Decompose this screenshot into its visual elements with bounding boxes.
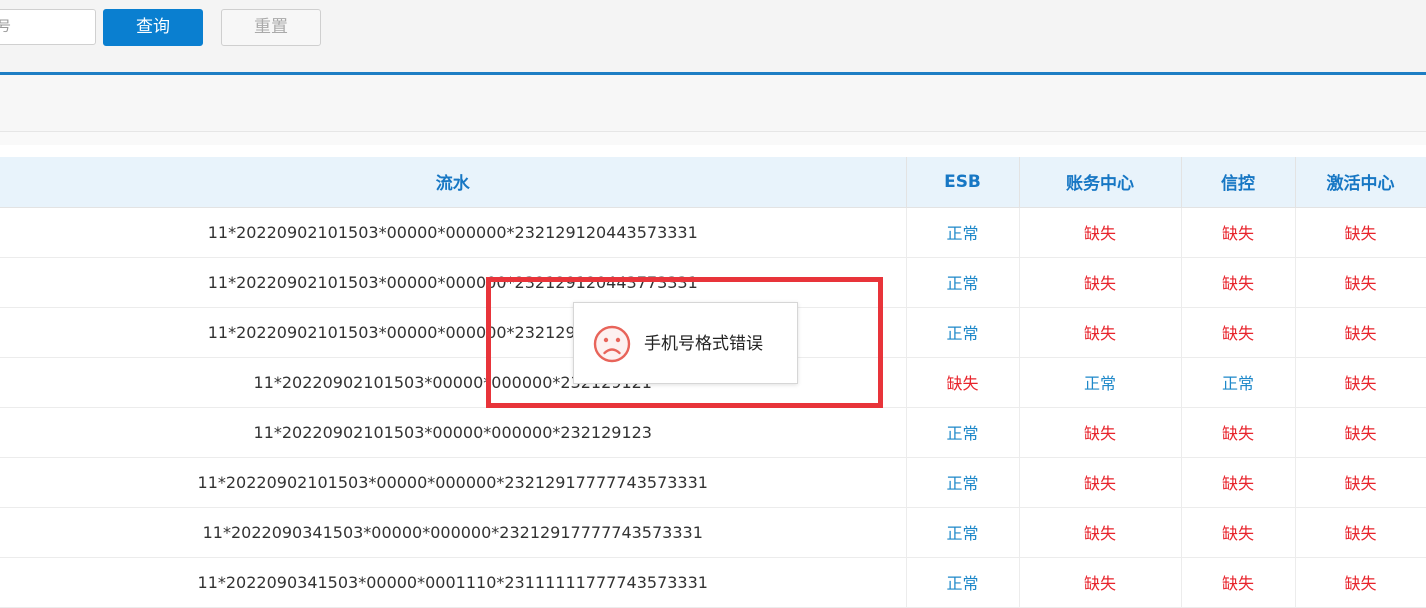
column-header-activation[interactable]: 激活中心	[1295, 157, 1426, 208]
accounting-status-cell: 正常	[1019, 357, 1182, 408]
serial-cell: 11*20220902101503*00000*000000*232129120…	[0, 257, 907, 308]
spacer	[0, 132, 1426, 145]
esb-status-cell: 正常	[906, 457, 1020, 508]
esb-status-cell: 缺失	[906, 357, 1020, 408]
credit-status-cell: 缺失	[1181, 257, 1296, 308]
esb-status-cell: 正常	[906, 407, 1020, 458]
activation-status-cell: 缺失	[1295, 357, 1426, 408]
serial-cell: 11*2022090341503*00000*0001110*231111117…	[0, 557, 907, 608]
accounting-status-cell: 缺失	[1019, 407, 1182, 458]
query-button[interactable]: 查询	[103, 9, 203, 46]
activation-status-cell: 缺失	[1295, 207, 1426, 258]
sad-face-icon	[593, 325, 631, 363]
activation-status-cell: 缺失	[1295, 507, 1426, 558]
table-row[interactable]: 11*2022090341503*00000*0001110*231111117…	[0, 557, 1426, 608]
toast-message: 手机号格式错误	[644, 334, 763, 354]
activation-status-cell: 缺失	[1295, 407, 1426, 458]
table-row[interactable]: 11*20220902101503*00000*000000*232129120…	[0, 207, 1426, 258]
esb-status-cell: 正常	[906, 507, 1020, 558]
activation-status-cell: 缺失	[1295, 257, 1426, 308]
sub-toolbar	[0, 75, 1426, 132]
column-header-esb[interactable]: ESB	[906, 157, 1020, 208]
serial-cell: 11*20220902101503*00000*000000*232129177…	[0, 457, 907, 508]
serial-cell: 11*20220902101503*00000*000000*232129123	[0, 407, 907, 458]
credit-status-cell: 缺失	[1181, 207, 1296, 258]
accounting-status-cell: 缺失	[1019, 507, 1182, 558]
credit-status-cell: 缺失	[1181, 307, 1296, 358]
serial-cell: 11*2022090341503*00000*000000*2321291777…	[0, 507, 907, 558]
esb-status-cell: 正常	[906, 207, 1020, 258]
esb-status-cell: 正常	[906, 307, 1020, 358]
error-toast: 手机号格式错误	[573, 302, 798, 384]
table-row[interactable]: 11*20220902101503*00000*000000*232129123…	[0, 407, 1426, 458]
reset-button[interactable]: 重置	[221, 9, 321, 46]
accounting-status-cell: 缺失	[1019, 207, 1182, 258]
activation-status-cell: 缺失	[1295, 457, 1426, 508]
search-toolbar: 号 查询 重置	[0, 0, 1426, 72]
table-header-row: 流水 ESB 账务中心 信控 激活中心	[0, 157, 1426, 208]
column-header-credit[interactable]: 信控	[1181, 157, 1296, 208]
credit-status-cell: 缺失	[1181, 457, 1296, 508]
credit-status-cell: 正常	[1181, 357, 1296, 408]
column-header-accounting[interactable]: 账务中心	[1019, 157, 1182, 208]
accounting-status-cell: 缺失	[1019, 457, 1182, 508]
esb-status-cell: 正常	[906, 257, 1020, 308]
search-input[interactable]: 号	[0, 9, 96, 45]
credit-status-cell: 缺失	[1181, 407, 1296, 458]
activation-status-cell: 缺失	[1295, 307, 1426, 358]
credit-status-cell: 缺失	[1181, 557, 1296, 608]
table-row[interactable]: 11*20220902101503*00000*000000*232129120…	[0, 257, 1426, 308]
table-row[interactable]: 11*2022090341503*00000*000000*2321291777…	[0, 507, 1426, 558]
accounting-status-cell: 缺失	[1019, 557, 1182, 608]
esb-status-cell: 正常	[906, 557, 1020, 608]
accounting-status-cell: 缺失	[1019, 307, 1182, 358]
accounting-status-cell: 缺失	[1019, 257, 1182, 308]
table-row[interactable]: 11*20220902101503*00000*000000*232129177…	[0, 457, 1426, 508]
column-header-serial[interactable]: 流水	[0, 157, 907, 208]
credit-status-cell: 缺失	[1181, 507, 1296, 558]
serial-cell: 11*20220902101503*00000*000000*232129120…	[0, 207, 907, 258]
activation-status-cell: 缺失	[1295, 557, 1426, 608]
